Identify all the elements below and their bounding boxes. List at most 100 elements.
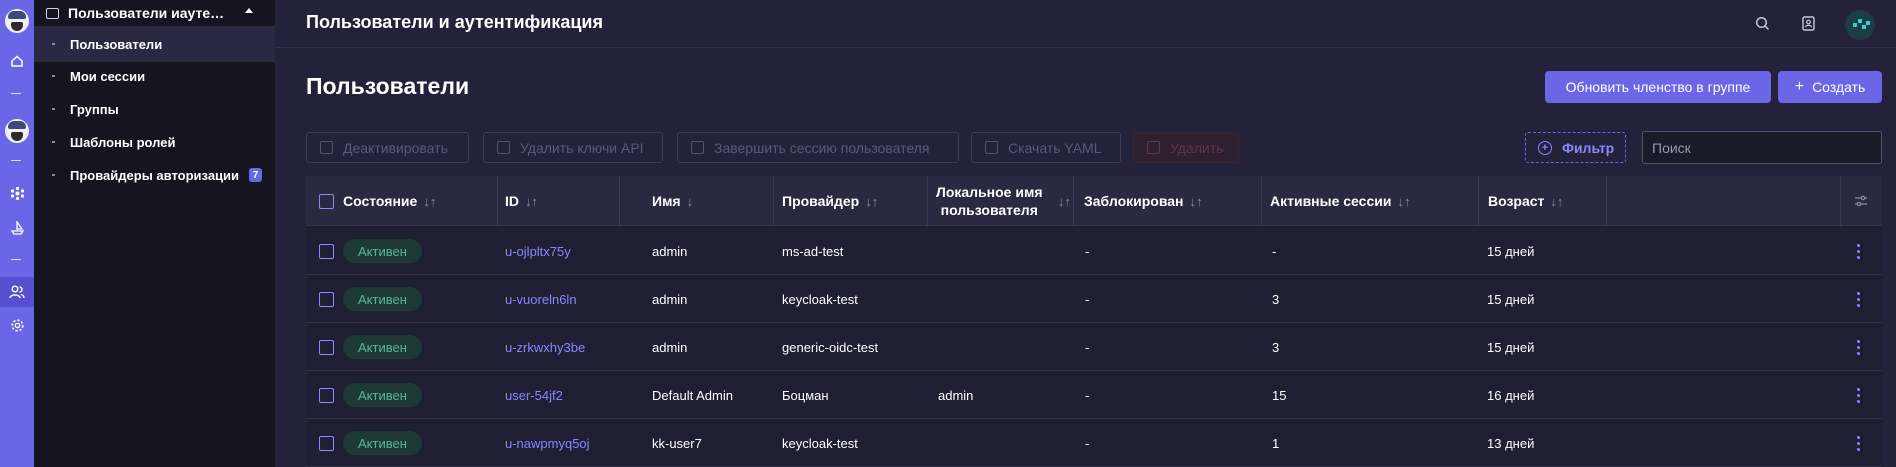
sidebar-item-users[interactable]: Пользователи xyxy=(34,26,275,62)
user-sessions: 3 xyxy=(1272,291,1280,307)
end-user-session-button[interactable]: Завершить сессию пользователя xyxy=(677,132,959,163)
deactivate-label: Деактивировать xyxy=(343,139,448,156)
sidebar-item-auth-providers[interactable]: Провайдеры авторизации 7 xyxy=(34,157,275,193)
status-badge: Активен xyxy=(343,335,422,359)
sidebar-item-label: Пользователи xyxy=(70,36,163,52)
settings-gear-icon[interactable] xyxy=(0,310,34,340)
column-header-id[interactable]: ID ↓↑ xyxy=(505,176,538,226)
row-menu-kebab-icon[interactable] xyxy=(1853,275,1863,323)
download-yaml-label: Скачать YAML xyxy=(1008,139,1102,156)
column-header-blocked[interactable]: Заблокирован ↓↑ xyxy=(1084,176,1203,226)
bullet-icon xyxy=(52,43,55,45)
plus-circle-icon: + xyxy=(1538,141,1552,155)
bullet-icon xyxy=(52,75,55,77)
sidebar-item-groups[interactable]: Группы xyxy=(34,91,275,127)
sort-icon: ↓↑ xyxy=(1189,193,1203,209)
user-age: 16 дней xyxy=(1487,387,1535,403)
column-header-local-name[interactable]: Локальное имя пользователя xyxy=(936,176,1042,226)
search-icon[interactable] xyxy=(1753,14,1771,32)
row-menu-kebab-icon[interactable] xyxy=(1853,371,1863,419)
rail-divider xyxy=(11,259,21,260)
column-label: Состояние xyxy=(343,193,418,209)
user-provider: keycloak-test xyxy=(782,291,858,307)
ship-icon[interactable] xyxy=(0,212,34,242)
bullet-icon xyxy=(52,108,55,110)
plus-icon: + xyxy=(1794,78,1805,95)
icon-rail xyxy=(0,0,34,467)
captain-avatar-icon[interactable] xyxy=(0,116,34,146)
column-label: Имя xyxy=(652,193,681,209)
sidebar-item-label: Мои сессии xyxy=(70,68,146,84)
column-header-provider[interactable]: Провайдер ↓↑ xyxy=(782,176,878,226)
user-id-link[interactable]: u-nawpmyq5oj xyxy=(505,419,590,467)
row-checkbox[interactable] xyxy=(319,227,334,275)
table-row: Активен u-vuoreln6ln admin keycloak-test… xyxy=(306,275,1882,323)
row-menu-kebab-icon[interactable] xyxy=(1853,227,1863,275)
users-icon[interactable] xyxy=(0,277,34,307)
create-button[interactable]: + Создать xyxy=(1778,71,1882,103)
user-id-link[interactable]: user-54jf2 xyxy=(505,371,563,419)
column-label: ID xyxy=(505,193,519,209)
sidebar-item-label: Группы xyxy=(70,101,119,117)
column-header-state[interactable]: Состояние ↓↑ xyxy=(343,176,436,226)
logout-icon xyxy=(691,141,704,154)
download-yaml-button[interactable]: Скачать YAML xyxy=(971,132,1121,163)
row-menu-kebab-icon[interactable] xyxy=(1853,419,1863,467)
sidebar-section-title: Пользователи иауте… xyxy=(68,5,225,21)
status-badge: Активен xyxy=(343,431,422,455)
delete-api-keys-button[interactable]: Удалить ключи API xyxy=(483,132,663,163)
users-table: Состояние ↓↑ ID ↓↑ Имя ↓ Провайдер ↓↑ Локаль… xyxy=(306,176,1882,467)
row-checkbox[interactable] xyxy=(319,275,334,323)
user-id-link[interactable]: u-vuoreln6ln xyxy=(505,275,577,323)
row-checkbox[interactable] xyxy=(319,419,334,467)
user-age: 15 дней xyxy=(1487,243,1535,259)
user-blocked: - xyxy=(1085,387,1090,403)
row-menu-kebab-icon[interactable] xyxy=(1853,323,1863,371)
sidebar: Пользователи иауте… Пользователи Мои сес… xyxy=(34,0,275,467)
create-button-label: Создать xyxy=(1812,79,1866,95)
column-header-age[interactable]: Возраст ↓↑ xyxy=(1488,176,1563,226)
column-label-line2: пользователя xyxy=(940,202,1038,218)
user-name: admin xyxy=(652,339,688,355)
user-sessions: - xyxy=(1272,243,1277,259)
app-title: Пользователи и аутентификация xyxy=(306,12,603,32)
bullet-icon xyxy=(52,141,55,143)
user-id-link[interactable]: u-zrkwxhy3be xyxy=(505,323,585,371)
update-group-membership-button[interactable]: Обновить членство в группе xyxy=(1545,71,1771,103)
sidebar-item-role-templates[interactable]: Шаблоны ролей xyxy=(34,124,275,160)
user-blocked: - xyxy=(1085,339,1090,355)
row-checkbox[interactable] xyxy=(319,371,334,419)
user-age: 15 дней xyxy=(1487,339,1535,355)
trash-icon xyxy=(1147,141,1160,154)
filter-button[interactable]: + Фильтр xyxy=(1525,132,1626,163)
sort-desc-icon: ↓ xyxy=(686,193,694,209)
sort-icon[interactable]: ↓↑ xyxy=(1052,176,1071,226)
sort-icon: ↓↑ xyxy=(423,193,437,209)
end-session-label: Завершить сессию пользователя xyxy=(714,139,930,156)
home-icon[interactable] xyxy=(0,46,34,76)
pause-icon xyxy=(320,141,333,154)
delete-button[interactable]: Удалить xyxy=(1133,132,1239,163)
user-id-link[interactable]: u-ojlpltx75y xyxy=(505,227,571,275)
user-age: 15 дней xyxy=(1487,291,1535,307)
sidebar-section-header[interactable]: Пользователи иауте… xyxy=(34,0,275,26)
captain-logo-icon[interactable] xyxy=(0,6,34,36)
sidebar-item-my-sessions[interactable]: Мои сессии xyxy=(34,58,275,94)
sort-icon: ↓↑ xyxy=(865,193,879,209)
user-avatar[interactable] xyxy=(1845,10,1875,40)
user-name: admin xyxy=(652,243,688,259)
cluster-icon[interactable] xyxy=(0,178,34,208)
row-checkbox[interactable] xyxy=(319,323,334,371)
select-all-checkbox[interactable] xyxy=(319,176,334,226)
deactivate-button[interactable]: Деактивировать xyxy=(306,132,469,163)
column-header-sessions[interactable]: Активные сессии ↓↑ xyxy=(1270,176,1410,226)
sort-icon: ↓↑ xyxy=(1397,193,1411,209)
table-row: Активен u-nawpmyq5oj kk-user7 keycloak-t… xyxy=(306,419,1882,467)
contacts-book-icon[interactable] xyxy=(1799,14,1817,32)
user-age: 13 дней xyxy=(1487,435,1535,451)
search-input[interactable] xyxy=(1642,131,1882,164)
key-icon xyxy=(497,141,510,154)
column-header-name[interactable]: Имя ↓ xyxy=(652,176,693,226)
user-blocked: - xyxy=(1085,243,1090,259)
column-settings-icon[interactable] xyxy=(1854,176,1868,226)
